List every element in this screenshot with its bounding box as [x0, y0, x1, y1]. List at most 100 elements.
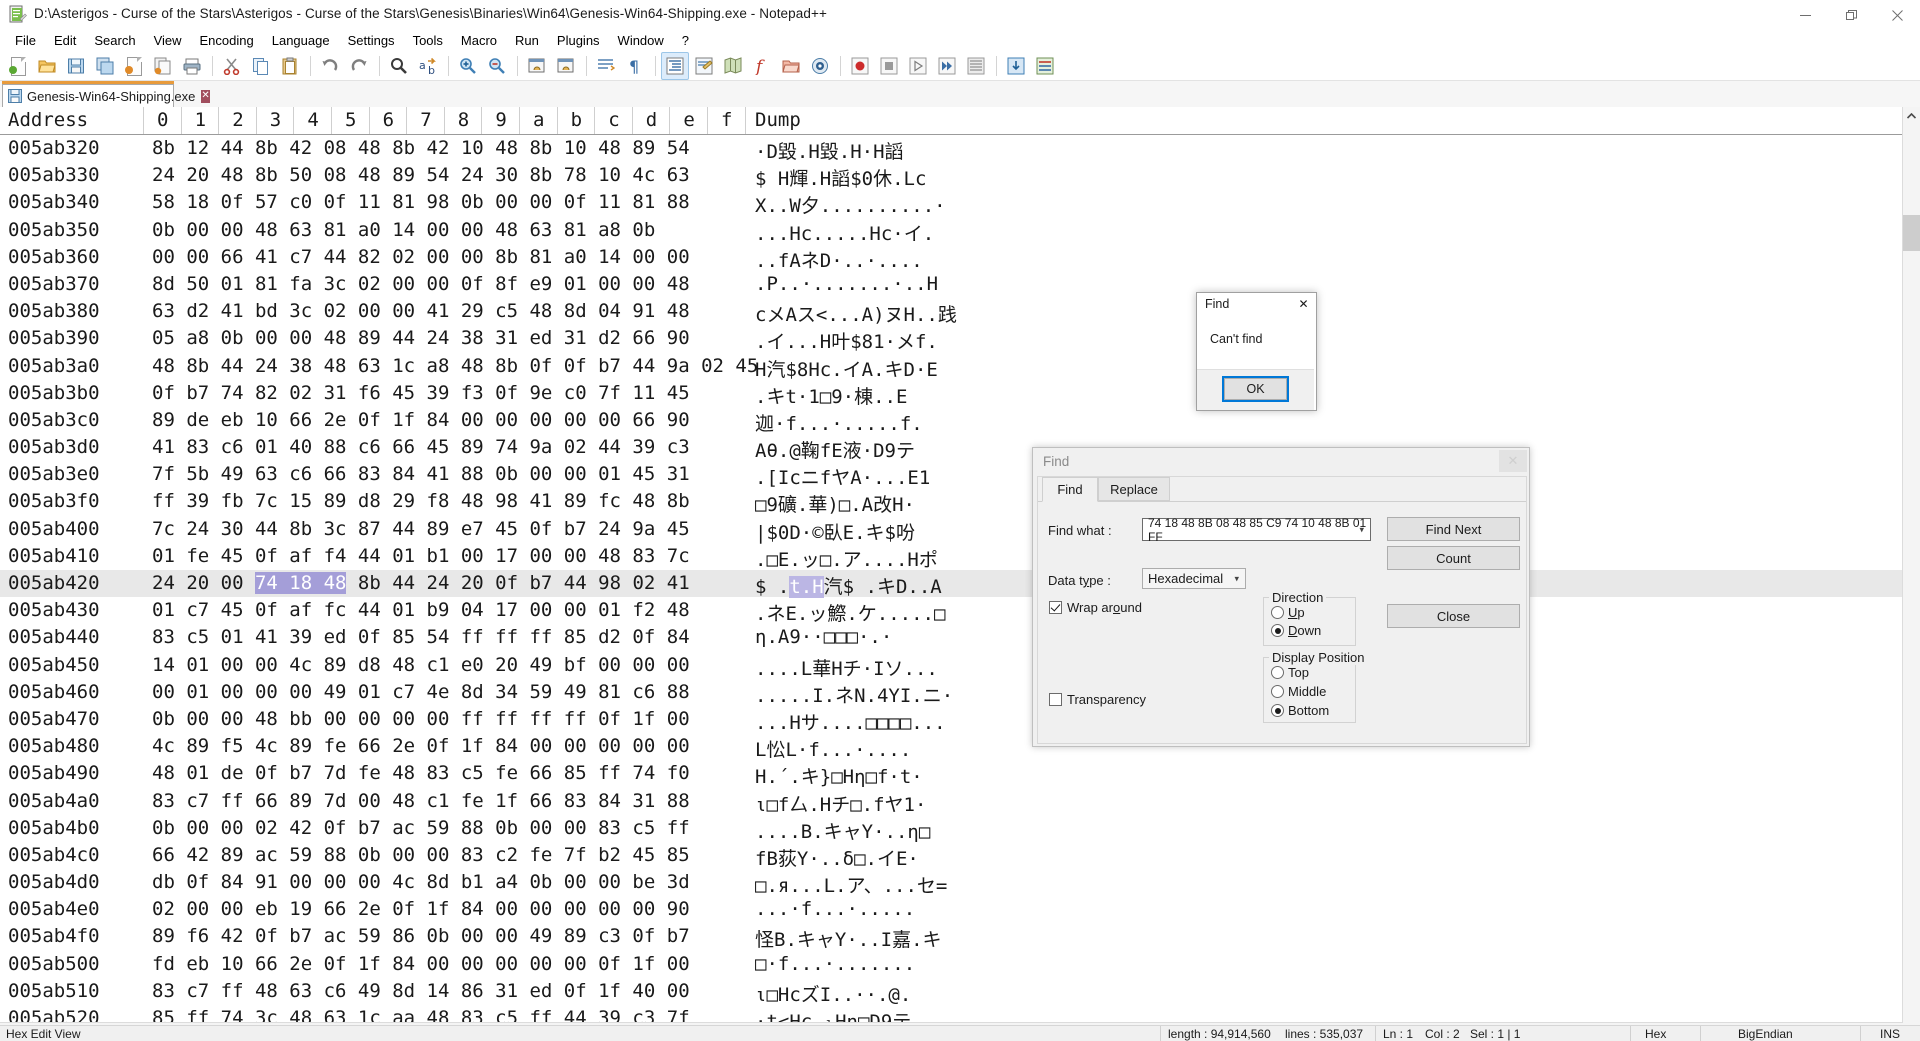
- hex-row[interactable]: 005ab480 4c 89 f5 4c 89 fe 66 2e 0f 1f 84…: [0, 733, 1920, 761]
- menu-run[interactable]: Run: [506, 32, 548, 50]
- scrollbar-thumb[interactable]: [1903, 215, 1920, 251]
- hex-row[interactable]: 005ab340 58 18 0f 57 c0 0f 11 81 98 0b 00…: [0, 189, 1920, 217]
- hex-row[interactable]: 005ab3c0 89 de eb 10 66 2e 0f 1f 84 00 00…: [0, 407, 1920, 435]
- data-type-select[interactable]: Hexadecimal ▾: [1142, 568, 1246, 589]
- hex-row[interactable]: 005ab3d0 41 83 c6 01 40 88 c6 66 45 89 74…: [0, 434, 1920, 462]
- display-position-bottom-radio[interactable]: [1271, 704, 1284, 717]
- display-position-top-radio[interactable]: [1271, 666, 1284, 679]
- display-position-bottom-label[interactable]: Bottom: [1288, 703, 1329, 718]
- scroll-up-icon[interactable]: [1903, 107, 1920, 124]
- cut-icon[interactable]: [218, 52, 246, 80]
- hex-row[interactable]: 005ab450 14 01 00 00 4c 89 d8 48 c1 e0 20…: [0, 652, 1920, 680]
- hex-row[interactable]: 005ab420 24 20 00 74 18 48 8b 44 24 20 0f…: [0, 570, 1920, 598]
- hex-row[interactable]: 005ab410 01 fe 45 0f af f4 44 01 b1 00 17…: [0, 543, 1920, 571]
- zoom-in-icon[interactable]: [454, 52, 482, 80]
- display-position-top-label[interactable]: Top: [1288, 665, 1309, 680]
- close-all-icon[interactable]: [149, 52, 177, 80]
- direction-down-radio[interactable]: [1271, 624, 1284, 637]
- menu-search[interactable]: Search: [85, 32, 144, 50]
- play-macro-icon[interactable]: [904, 52, 932, 80]
- indent-guideline-icon[interactable]: [661, 51, 689, 80]
- chevron-down-icon[interactable]: ▾: [1234, 573, 1239, 584]
- tab-find[interactable]: Find: [1042, 477, 1098, 502]
- redo-icon[interactable]: [345, 52, 373, 80]
- find-icon[interactable]: [385, 52, 413, 80]
- hex-row[interactable]: 005ab3e0 7f 5b 49 63 c6 66 83 84 41 88 0b…: [0, 461, 1920, 489]
- document-map-icon[interactable]: [719, 52, 747, 80]
- replace-icon[interactable]: ab: [414, 52, 442, 80]
- transparency-label[interactable]: Transparency: [1067, 692, 1146, 707]
- open-file-icon[interactable]: [33, 52, 61, 80]
- hex-row[interactable]: 005ab4f0 89 f6 42 0f b7 ac 59 86 0b 00 00…: [0, 923, 1920, 951]
- copy-icon[interactable]: [247, 52, 275, 80]
- undo-icon[interactable]: [316, 52, 344, 80]
- direction-up-label[interactable]: Up: [1288, 605, 1305, 620]
- hex-row[interactable]: 005ab400 7c 24 30 44 8b 3c 87 44 89 e7 45…: [0, 516, 1920, 544]
- direction-up-radio[interactable]: [1271, 606, 1284, 619]
- menu-settings[interactable]: Settings: [339, 32, 404, 50]
- sync-vertical-icon[interactable]: [523, 52, 551, 80]
- tab-genesis-win64-shipping-exe[interactable]: Genesis-Win64-Shipping.exe ✕: [2, 84, 210, 107]
- tab-close-icon[interactable]: ✕: [201, 89, 210, 103]
- menu-help[interactable]: ?: [673, 32, 698, 50]
- display-position-middle-label[interactable]: Middle: [1288, 684, 1326, 699]
- hex-row[interactable]: 005ab440 83 c5 01 41 39 ed 0f 85 54 ff ff…: [0, 624, 1920, 651]
- menu-language[interactable]: Language: [263, 32, 339, 50]
- hex-row[interactable]: 005ab3b0 0f b7 74 82 02 31 f6 45 39 f3 0f…: [0, 380, 1920, 408]
- menu-tools[interactable]: Tools: [404, 32, 452, 50]
- close-file-icon[interactable]: [120, 52, 148, 80]
- close-icon[interactable]: [1874, 0, 1920, 30]
- menu-plugins[interactable]: Plugins: [548, 32, 609, 50]
- hex-row[interactable]: 005ab360 00 00 66 41 c7 44 82 02 00 00 8b…: [0, 244, 1920, 272]
- hex-rows-container[interactable]: 005ab320 8b 12 44 8b 42 08 48 8b 42 10 48…: [0, 135, 1920, 1025]
- vertical-scrollbar[interactable]: [1902, 107, 1920, 1025]
- menu-view[interactable]: View: [145, 32, 191, 50]
- hex-row[interactable]: 005ab390 05 a8 0b 00 00 48 89 44 24 38 31…: [0, 325, 1920, 353]
- save-all-icon[interactable]: [91, 52, 119, 80]
- plugin-extra-icon[interactable]: [1031, 52, 1059, 80]
- run-macro-multiple-icon[interactable]: [933, 52, 961, 80]
- direction-down-label[interactable]: Down: [1288, 623, 1321, 638]
- hex-row[interactable]: 005ab350 0b 00 00 48 63 81 a0 14 00 00 48…: [0, 217, 1920, 245]
- hex-row[interactable]: 005ab380 63 d2 41 bd 3c 02 00 00 41 29 c5…: [0, 298, 1920, 326]
- menu-window[interactable]: Window: [609, 32, 673, 50]
- new-file-icon[interactable]: [4, 52, 32, 80]
- word-wrap-icon[interactable]: [592, 52, 620, 80]
- hex-editor-icon[interactable]: [1002, 52, 1030, 80]
- hex-row[interactable]: 005ab4d0 db 0f 84 91 00 00 00 4c 8d b1 a4…: [0, 869, 1920, 897]
- hex-row[interactable]: 005ab490 48 01 de 0f b7 7d fe 48 83 c5 fe…: [0, 760, 1920, 788]
- menu-macro[interactable]: Macro: [452, 32, 506, 50]
- zoom-out-icon[interactable]: [483, 52, 511, 80]
- find-dialog[interactable]: Find ✕ Find Replace Find what : 74 18 48…: [1032, 447, 1530, 747]
- hex-edit-view[interactable]: Address 0 1 2 3 4 5 6 7 8 9 a b c d e f Dump 005ab320 8b 1…: [0, 107, 1920, 1025]
- record-macro-icon[interactable]: [846, 52, 874, 80]
- hex-row[interactable]: 005ab370 8d 50 01 81 fa 3c 02 00 00 0f 8f…: [0, 271, 1920, 298]
- hex-row[interactable]: 005ab330 24 20 48 8b 50 08 48 89 54 24 30…: [0, 162, 1920, 190]
- hex-row[interactable]: 005ab4b0 0b 00 00 02 42 0f b7 ac 59 88 0b…: [0, 815, 1920, 843]
- stop-macro-icon[interactable]: [875, 52, 903, 80]
- count-button[interactable]: Count: [1387, 546, 1520, 570]
- print-icon[interactable]: [178, 52, 206, 80]
- find-next-button[interactable]: Find Next: [1387, 517, 1520, 541]
- paste-icon[interactable]: [276, 52, 304, 80]
- menu-encoding[interactable]: Encoding: [191, 32, 263, 50]
- function-list-icon[interactable]: f: [748, 52, 776, 80]
- user-defined-dialog-icon[interactable]: [690, 52, 718, 80]
- wrap-around-label[interactable]: Wrap around: [1067, 600, 1142, 615]
- hex-row[interactable]: 005ab510 83 c7 ff 48 63 c6 49 8d 14 86 31…: [0, 978, 1920, 1006]
- close-icon[interactable]: ✕: [1499, 450, 1527, 472]
- transparency-checkbox[interactable]: [1049, 693, 1062, 706]
- hex-row[interactable]: 005ab4c0 66 42 89 ac 59 88 0b 00 00 83 c2…: [0, 842, 1920, 870]
- hex-row[interactable]: 005ab500 fd eb 10 66 2e 0f 1f 84 00 00 00…: [0, 951, 1920, 978]
- maximize-restore-icon[interactable]: [1828, 0, 1874, 30]
- show-all-chars-icon[interactable]: ¶: [621, 52, 649, 80]
- sync-horizontal-icon[interactable]: [552, 52, 580, 80]
- hex-row[interactable]: 005ab470 0b 00 00 48 bb 00 00 00 00 ff ff…: [0, 706, 1920, 734]
- menu-file[interactable]: File: [6, 32, 45, 50]
- find-what-input[interactable]: 74 18 48 8B 08 48 85 C9 74 10 48 8B 01 F…: [1142, 516, 1371, 544]
- chevron-down-icon[interactable]: ▾: [1359, 524, 1364, 535]
- cant-find-message-box[interactable]: Find ✕ Can't find OK: [1196, 292, 1317, 411]
- ok-button[interactable]: OK: [1222, 376, 1289, 402]
- monitoring-icon[interactable]: [806, 52, 834, 80]
- menu-edit[interactable]: Edit: [45, 32, 85, 50]
